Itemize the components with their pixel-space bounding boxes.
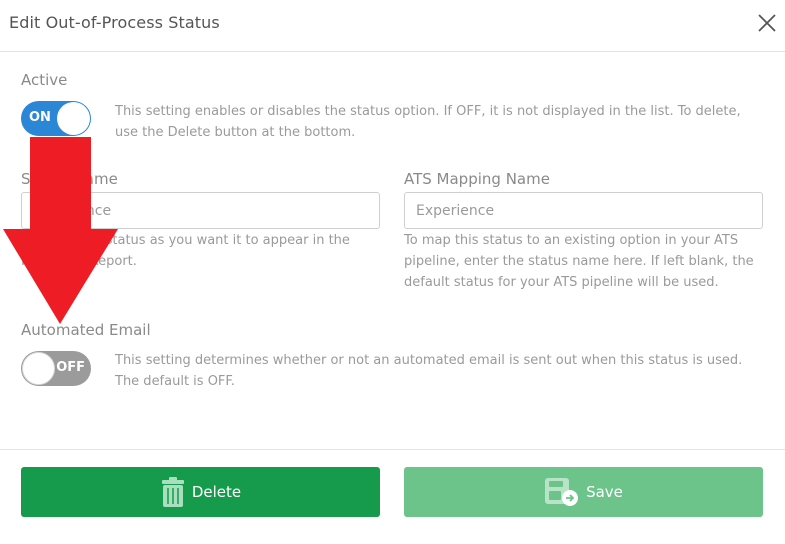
active-help-text: This setting enables or disables the sta… xyxy=(115,104,741,140)
ats-mapping-label: ATS Mapping Name xyxy=(404,170,550,188)
delete-button[interactable]: Delete xyxy=(21,467,380,517)
status-name-label: Status Name xyxy=(21,170,118,188)
close-icon[interactable] xyxy=(756,12,778,34)
dialog-title: Edit Out-of-Process Status xyxy=(9,13,220,32)
automated-email-toggle[interactable]: OFF xyxy=(21,351,91,386)
save-icon xyxy=(545,478,579,506)
ats-mapping-help-text: To map this status to an existing option… xyxy=(404,233,754,290)
save-button-label: Save xyxy=(586,483,623,501)
status-name-help-text: Name of the status as you want it to app… xyxy=(21,233,350,269)
active-label: Active xyxy=(21,71,68,89)
automated-email-toggle-state: OFF xyxy=(56,360,85,375)
active-toggle-state: ON xyxy=(29,110,51,125)
automated-email-label: Automated Email xyxy=(21,321,151,339)
delete-button-label: Delete xyxy=(191,483,242,501)
trash-icon xyxy=(161,477,184,507)
status-name-input[interactable] xyxy=(21,192,380,229)
automated-email-help-text: This setting determines whether or not a… xyxy=(115,353,743,389)
ats-mapping-input[interactable] xyxy=(404,192,763,229)
footer-divider xyxy=(0,449,785,450)
dialog-header: Edit Out-of-Process Status xyxy=(0,0,785,52)
toggle-knob xyxy=(22,352,55,385)
active-toggle[interactable]: ON xyxy=(21,101,91,136)
toggle-knob xyxy=(57,102,90,135)
save-button[interactable]: Save xyxy=(404,467,763,517)
